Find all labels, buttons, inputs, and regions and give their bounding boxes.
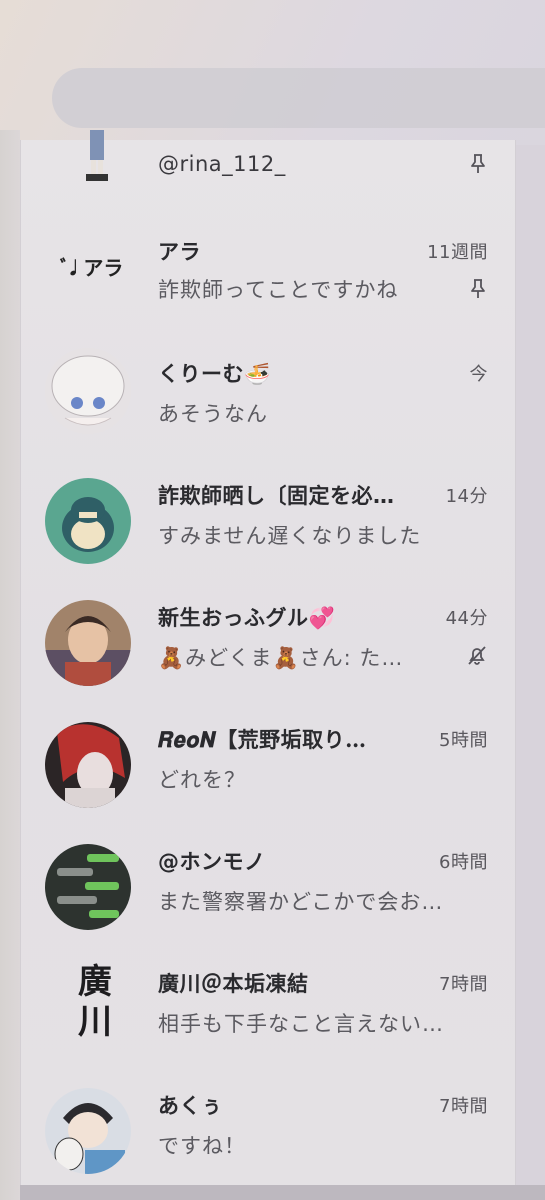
search-bar[interactable]: [52, 68, 545, 128]
avatar: ﾞ𝅘𝅥 アラ: [60, 256, 124, 280]
background-edge: [0, 130, 20, 1200]
avatar: [45, 722, 131, 808]
avatar: [45, 1088, 131, 1174]
chat-row[interactable]: あくぅ 7時間 ですね！: [20, 1070, 514, 1192]
chat-message: ですね！: [158, 1134, 246, 1158]
chat-name: 詐欺師晒し〔固定を必…: [158, 484, 395, 508]
chat-name: @ホンモノ: [158, 850, 266, 874]
chat-message: また警察署かどこかで会お…: [158, 890, 444, 914]
chat-name: 新生おっふグル💞: [158, 606, 336, 630]
chat-name: 𝑹𝒆𝒐𝑵【荒野垢取り…: [158, 727, 367, 752]
chat-name: @rina_112_: [158, 152, 286, 176]
chat-row[interactable]: @ホンモノ 6時間 また警察署かどこかで会お…: [20, 826, 514, 948]
chat-row[interactable]: @rina_112_: [20, 130, 514, 200]
chat-message: 相手も下手なこと言えない…: [158, 1012, 444, 1036]
chat-message: あそうなん: [158, 402, 268, 426]
chat-message: どれを？: [158, 768, 246, 792]
chat-name: くりーむ🍜: [158, 362, 271, 386]
chat-message: すみません遅くなりました: [158, 524, 422, 548]
chat-message: 🧸みどくま🧸さん: た…: [158, 646, 404, 670]
avatar: [45, 478, 131, 564]
avatar: [45, 844, 131, 930]
chat-time: 7時間: [439, 1096, 488, 1117]
chat-row[interactable]: 詐欺師晒し〔固定を必… 14分 すみません遅くなりました: [20, 460, 514, 582]
bell-off-icon: [468, 646, 486, 665]
avatar: 廣 川: [78, 962, 112, 1042]
chat-name: あくぅ: [158, 1094, 223, 1118]
pin-icon: [471, 279, 485, 298]
chat-time: 44分: [445, 608, 488, 629]
side-scroll-area: [515, 145, 545, 1185]
chat-time: 6時間: [439, 852, 488, 873]
pin-icon: [471, 154, 485, 173]
avatar: [45, 348, 131, 434]
chat-row[interactable]: 𝑹𝒆𝒐𝑵【荒野垢取り… 5時間 どれを？: [20, 704, 514, 826]
chat-time: 5時間: [439, 730, 488, 751]
chat-message: 詐欺師ってことですかね: [158, 278, 399, 302]
chat-time: 14分: [445, 486, 488, 507]
avatar: [45, 600, 131, 686]
chat-row[interactable]: 廣 川 廣川＠本垢凍結 7時間 相手も下手なこと言えない…: [20, 948, 514, 1070]
chat-time: 7時間: [439, 974, 488, 995]
chat-row[interactable]: くりーむ🍜 今 あそうなん: [20, 338, 514, 460]
chat-row[interactable]: ﾞ𝅘𝅥 アラ アラ 11週間 詐欺師ってことですかね: [20, 212, 514, 334]
chat-name: 廣川＠本垢凍結: [158, 972, 309, 996]
chat-row[interactable]: 新生おっふグル💞 44分 🧸みどくま🧸さん: た…: [20, 582, 514, 704]
chat-time: 今: [469, 364, 488, 385]
chat-time: 11週間: [427, 242, 488, 263]
chat-name: アラ: [158, 240, 201, 264]
avatar: [82, 130, 112, 185]
